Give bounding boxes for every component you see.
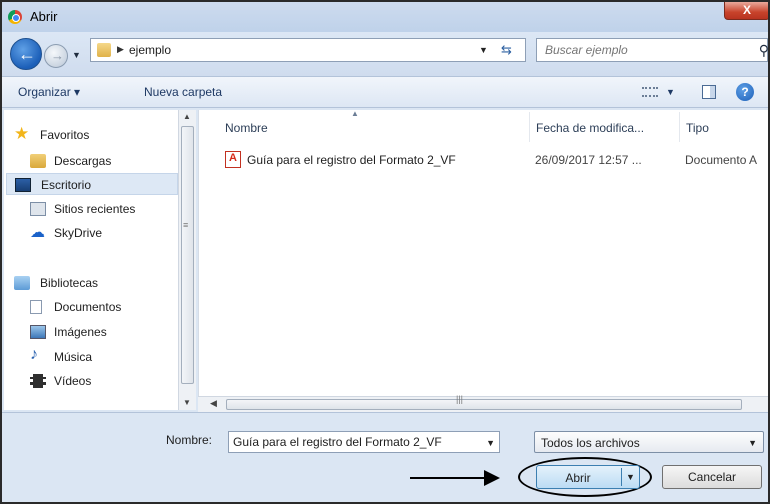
refresh-icon[interactable]: ⇆ bbox=[501, 42, 512, 58]
table-row[interactable]: Guía para el registro del Formato 2_VF 2… bbox=[199, 148, 768, 172]
chrome-app-icon bbox=[8, 10, 22, 24]
scrollbar-thumb[interactable] bbox=[226, 399, 742, 410]
sidebar-item-bibliotecas[interactable]: Bibliotecas bbox=[14, 272, 182, 294]
sidebar-item-favoritos[interactable]: ★ Favoritos bbox=[14, 124, 182, 146]
navigation-pane-scrollbar[interactable]: ▲ ≡ ▼ bbox=[178, 110, 196, 410]
filename-dropdown-icon[interactable]: ▼ bbox=[486, 438, 495, 448]
sidebar-item-videos[interactable]: Vídeos bbox=[14, 370, 182, 392]
sidebar-item-escritorio[interactable]: Escritorio bbox=[6, 173, 178, 195]
open-button[interactable]: Abrir ▼ bbox=[536, 465, 640, 489]
search-box[interactable]: ⚲ bbox=[536, 38, 768, 62]
change-view-icon[interactable] bbox=[642, 87, 658, 97]
music-note-icon: ♪ bbox=[30, 346, 38, 363]
breadcrumb-ejemplo[interactable]: ejemplo bbox=[129, 43, 171, 57]
search-icon[interactable]: ⚲ bbox=[759, 42, 768, 59]
file-list-horizontal-scrollbar[interactable]: ◀ ||| bbox=[198, 394, 768, 412]
file-name: Guía para el registro del Formato 2_VF bbox=[247, 153, 456, 167]
sidebar-item-sitios-recientes[interactable]: Sitios recientes bbox=[14, 198, 182, 220]
sidebar-item-label: Favoritos bbox=[40, 128, 90, 142]
sidebar-item-label: Sitios recientes bbox=[54, 202, 136, 216]
file-date: 26/09/2017 12:57 ... bbox=[535, 153, 642, 167]
command-toolbar: Organizar ▾ Nueva carpeta ▼ ? bbox=[2, 76, 768, 108]
sidebar-item-musica[interactable]: ♪ Música bbox=[14, 346, 182, 368]
sidebar-item-label: Documentos bbox=[54, 300, 122, 314]
new-folder-button[interactable]: Nueva carpeta bbox=[144, 85, 222, 99]
annotation-arrow-shaft bbox=[410, 477, 486, 479]
window-title: Abrir bbox=[30, 9, 58, 24]
star-icon: ★ bbox=[14, 124, 30, 143]
address-dropdown-icon[interactable]: ▼ bbox=[479, 45, 488, 55]
file-list: ▲ Nombre Fecha de modifica... Tipo Guía … bbox=[198, 110, 768, 396]
sidebar-item-label: Descargas bbox=[54, 154, 112, 168]
file-type: Documento A bbox=[685, 153, 758, 167]
search-input[interactable] bbox=[537, 39, 767, 61]
navigation-pane: ★ Favoritos Descargas Escritorio Sitios … bbox=[4, 110, 196, 410]
open-file-dialog: Abrir X ← → ▼ ▶ ejemplo ▼ ⇆ ⚲ Organizar … bbox=[0, 0, 770, 504]
file-type-filter-value: Todos los archivos bbox=[541, 436, 640, 450]
documents-icon bbox=[30, 300, 42, 314]
scroll-up-icon[interactable]: ▲ bbox=[183, 112, 191, 121]
open-options-dropdown-icon[interactable]: ▼ bbox=[626, 472, 635, 482]
filename-input[interactable] bbox=[229, 432, 479, 452]
column-header-type[interactable]: Tipo bbox=[679, 112, 768, 142]
sidebar-item-skydrive[interactable]: ☁ SkyDrive bbox=[14, 222, 182, 244]
sidebar-item-label: Bibliotecas bbox=[40, 276, 99, 290]
sidebar-item-label: Imágenes bbox=[54, 325, 107, 339]
scrollbar-grip-icon: ≡ bbox=[183, 220, 189, 230]
annotation-arrow-head-icon bbox=[484, 470, 500, 486]
forward-button[interactable]: → bbox=[44, 44, 68, 68]
scrollbar-grip-icon: ||| bbox=[456, 394, 464, 404]
column-header-date[interactable]: Fecha de modifica... bbox=[529, 112, 679, 142]
pdf-file-icon bbox=[225, 151, 241, 168]
close-button[interactable]: X bbox=[724, 2, 768, 20]
chevron-down-icon: ▼ bbox=[748, 438, 757, 448]
sidebar-item-descargas[interactable]: Descargas bbox=[14, 150, 182, 172]
recent-locations-dropdown-icon[interactable]: ▼ bbox=[72, 50, 81, 60]
view-options-dropdown-icon[interactable]: ▼ bbox=[666, 87, 675, 97]
file-type-filter-select[interactable]: Todos los archivos ▼ bbox=[534, 431, 764, 453]
dialog-footer: Nombre: ▼ Todos los archivos ▼ Abrir ▼ C… bbox=[2, 412, 768, 502]
scroll-down-icon[interactable]: ▼ bbox=[183, 398, 191, 407]
desktop-icon bbox=[15, 178, 31, 192]
libraries-icon bbox=[14, 276, 30, 290]
address-row: ← → ▼ ▶ ejemplo ▼ ⇆ ⚲ bbox=[2, 32, 768, 76]
column-header-label: Fecha de modifica... bbox=[536, 121, 645, 135]
organize-button[interactable]: Organizar ▾ bbox=[18, 85, 80, 99]
sidebar-item-documentos[interactable]: Documentos bbox=[14, 296, 182, 318]
downloads-folder-icon bbox=[30, 154, 46, 168]
address-bar[interactable]: ▶ ejemplo ▼ ⇆ bbox=[90, 38, 526, 62]
forward-arrow-icon: → bbox=[51, 48, 64, 63]
skydrive-cloud-icon: ☁ bbox=[30, 224, 45, 241]
help-icon[interactable]: ? bbox=[736, 83, 754, 101]
back-button[interactable]: ← bbox=[10, 38, 42, 70]
breadcrumb-separator-icon[interactable]: ▶ bbox=[117, 44, 124, 55]
split-divider bbox=[621, 468, 622, 486]
pictures-icon bbox=[30, 325, 46, 339]
scroll-left-icon[interactable]: ◀ bbox=[210, 398, 217, 409]
cancel-button[interactable]: Cancelar bbox=[662, 465, 762, 489]
preview-pane-icon[interactable] bbox=[702, 85, 716, 99]
column-header-label: Nombre bbox=[225, 121, 268, 135]
videos-icon bbox=[30, 374, 46, 388]
sidebar-item-label: Vídeos bbox=[54, 374, 92, 388]
filename-label: Nombre: bbox=[166, 433, 213, 447]
sidebar-item-label: SkyDrive bbox=[54, 226, 103, 240]
folder-icon bbox=[97, 43, 111, 57]
column-header-label: Tipo bbox=[686, 121, 709, 135]
recent-places-icon bbox=[30, 202, 46, 216]
open-button-label: Abrir bbox=[565, 471, 591, 485]
filename-combobox[interactable]: ▼ bbox=[228, 431, 500, 453]
sidebar-item-label: Música bbox=[54, 350, 93, 364]
column-header-name[interactable]: ▲ Nombre bbox=[199, 110, 529, 142]
title-bar: Abrir X bbox=[2, 2, 768, 32]
sort-ascending-icon: ▲ bbox=[351, 110, 359, 118]
back-arrow-icon: ← bbox=[18, 44, 36, 64]
sidebar-item-imagenes[interactable]: Imágenes bbox=[14, 321, 182, 343]
sidebar-item-label: Escritorio bbox=[41, 178, 92, 192]
scrollbar-thumb[interactable] bbox=[181, 126, 194, 384]
